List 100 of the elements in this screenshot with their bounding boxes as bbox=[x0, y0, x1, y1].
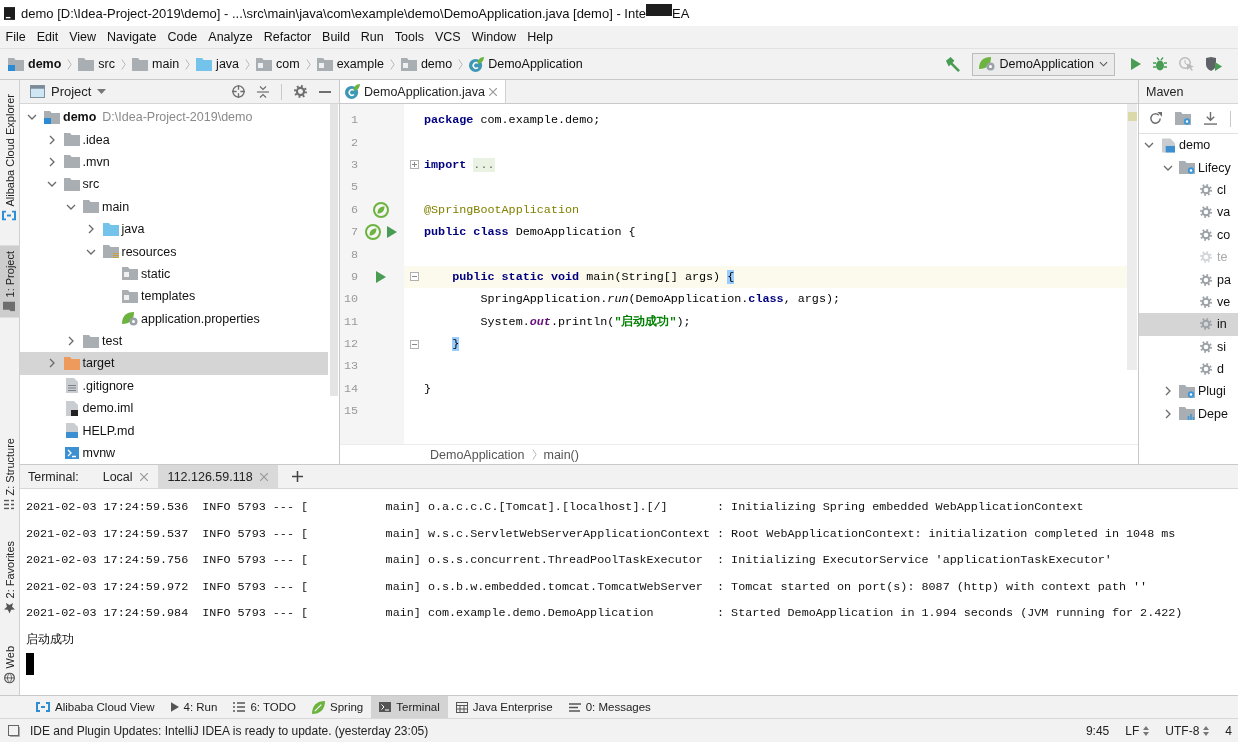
tool-window-button[interactable]: 2: Favorites bbox=[0, 535, 19, 620]
menu-item[interactable]: Edit bbox=[31, 28, 64, 46]
tool-window-button[interactable]: 1: Project bbox=[0, 244, 19, 317]
menu-item[interactable]: File bbox=[0, 28, 32, 46]
breadcrumb-item[interactable]: DemoApplication bbox=[430, 447, 525, 462]
tool-window-button[interactable]: Web bbox=[0, 639, 19, 689]
tree-item[interactable]: main bbox=[20, 195, 328, 218]
breadcrumb-item[interactable]: main bbox=[132, 57, 180, 71]
breadcrumb-item[interactable]: main() bbox=[543, 447, 579, 462]
chevron-down-icon[interactable] bbox=[46, 181, 57, 188]
plus-icon[interactable] bbox=[291, 471, 303, 482]
tree-item[interactable]: co bbox=[1139, 223, 1238, 246]
breadcrumb-item[interactable]: com bbox=[256, 57, 300, 71]
folder-gear-icon[interactable] bbox=[1175, 112, 1191, 125]
tree-item[interactable]: mvnw bbox=[20, 441, 328, 464]
line-separator-selector[interactable]: LF bbox=[1125, 723, 1150, 738]
close-icon[interactable] bbox=[139, 472, 148, 481]
chevron-right-icon[interactable] bbox=[1165, 386, 1171, 397]
tree-item[interactable]: demo bbox=[1139, 134, 1238, 157]
chevron-down-icon[interactable] bbox=[1163, 164, 1173, 171]
refresh-icon[interactable] bbox=[1149, 112, 1162, 125]
tree-item[interactable]: .idea bbox=[20, 128, 328, 151]
tool-window-button[interactable]: Alibaba Cloud Explorer bbox=[0, 88, 19, 227]
menu-item[interactable]: Window bbox=[466, 28, 522, 46]
tool-window-button[interactable]: 6: TODO bbox=[225, 696, 304, 718]
chevron-right-icon[interactable] bbox=[48, 358, 55, 369]
terminal-tab[interactable]: Local bbox=[92, 465, 158, 488]
menu-item[interactable]: Refactor bbox=[258, 28, 317, 46]
tree-item[interactable]: .mvn bbox=[20, 150, 328, 174]
breadcrumb-item[interactable]: demo bbox=[400, 57, 453, 71]
fold-minus-icon[interactable] bbox=[409, 339, 419, 349]
menu-item[interactable]: Help bbox=[521, 28, 559, 46]
tree-item[interactable]: in bbox=[1139, 313, 1238, 336]
tree-item[interactable]: pa bbox=[1139, 268, 1238, 291]
chevron-down-icon[interactable] bbox=[1144, 142, 1154, 149]
chevron-right-icon[interactable] bbox=[87, 224, 94, 235]
editor-tab[interactable]: DemoApplication.java bbox=[340, 80, 506, 103]
tree-item[interactable]: static bbox=[20, 262, 328, 286]
tool-window-button[interactable]: 4: Run bbox=[162, 696, 226, 718]
menu-item[interactable]: Analyze bbox=[202, 28, 259, 46]
fold-minus-icon[interactable] bbox=[409, 272, 419, 282]
play-icon[interactable] bbox=[387, 226, 397, 239]
chevron-right-icon[interactable] bbox=[1165, 408, 1171, 419]
tree-item[interactable]: si bbox=[1139, 335, 1238, 358]
tool-window-button[interactable]: 0: Messages bbox=[560, 696, 659, 718]
menu-item[interactable]: View bbox=[63, 28, 102, 46]
chevron-down-icon[interactable] bbox=[66, 203, 76, 210]
menu-item[interactable]: Navigate bbox=[101, 28, 162, 46]
collapse-icon[interactable] bbox=[257, 85, 269, 98]
menu-item[interactable]: Tools bbox=[389, 28, 430, 46]
chevron-down-icon[interactable] bbox=[27, 114, 37, 121]
indent-selector[interactable]: 4 bbox=[1225, 723, 1232, 738]
tree-item[interactable]: Lifecy bbox=[1139, 156, 1238, 179]
tool-window-button[interactable]: Z: Structure bbox=[0, 431, 19, 516]
scrollbar-thumb[interactable] bbox=[330, 104, 338, 396]
tree-item[interactable]: ve bbox=[1139, 290, 1238, 314]
chevron-down-icon[interactable] bbox=[85, 248, 96, 255]
tree-item[interactable]: Depe bbox=[1139, 402, 1238, 426]
tree-item[interactable]: va bbox=[1139, 201, 1238, 224]
tree-item[interactable]: .gitignore bbox=[20, 374, 328, 398]
chevron-right-icon[interactable] bbox=[48, 156, 55, 167]
tree-item[interactable]: HELP.md bbox=[20, 419, 328, 442]
tool-window-button[interactable]: Spring bbox=[304, 696, 372, 718]
square-icon[interactable] bbox=[8, 724, 20, 737]
tree-item[interactable]: cl bbox=[1139, 178, 1238, 202]
download-icon[interactable] bbox=[1204, 112, 1217, 125]
breadcrumb-item[interactable]: demo bbox=[8, 57, 62, 71]
menu-item[interactable]: Build bbox=[316, 28, 356, 46]
close-icon[interactable] bbox=[488, 87, 497, 96]
play-icon[interactable] bbox=[1131, 58, 1141, 70]
tree-item[interactable]: demo D:\Idea-Project-2019\demo bbox=[20, 106, 328, 129]
tree-item[interactable]: Plugi bbox=[1139, 380, 1238, 403]
minimize-icon[interactable] bbox=[319, 90, 331, 93]
tree-item[interactable]: java bbox=[20, 217, 328, 241]
bug-icon[interactable] bbox=[1153, 57, 1167, 71]
crosshair-icon[interactable] bbox=[232, 85, 245, 98]
hammer-icon[interactable] bbox=[944, 56, 960, 72]
tree-item[interactable]: templates bbox=[20, 285, 328, 308]
tree-item[interactable]: application.properties bbox=[20, 307, 328, 330]
chevron-right-icon[interactable] bbox=[68, 336, 74, 347]
tree-item[interactable]: resources bbox=[20, 240, 328, 263]
menu-item[interactable]: VCS bbox=[429, 28, 467, 46]
breadcrumb-item[interactable]: DemoApplication bbox=[469, 56, 583, 72]
run-config-dropdown[interactable]: DemoApplication bbox=[971, 52, 1115, 76]
menu-item[interactable]: Run bbox=[355, 28, 390, 46]
tool-window-button[interactable]: Terminal bbox=[371, 696, 448, 718]
scrollbar-thumb[interactable] bbox=[1127, 104, 1137, 370]
breadcrumb-item[interactable]: src bbox=[78, 57, 115, 71]
chevron-right-icon[interactable] bbox=[48, 134, 55, 145]
project-view-dropdown[interactable]: Project bbox=[30, 84, 107, 99]
tool-window-button[interactable]: Java Enterprise bbox=[447, 696, 561, 718]
tree-item[interactable]: src bbox=[20, 173, 328, 196]
tree-item[interactable]: target bbox=[20, 352, 328, 375]
tree-item[interactable]: demo.iml bbox=[20, 397, 328, 420]
caret-position[interactable]: 9:45 bbox=[1085, 723, 1110, 738]
breadcrumb-item[interactable]: java bbox=[196, 57, 240, 71]
terminal-tab[interactable]: 112.126.59.118 bbox=[157, 465, 278, 488]
breadcrumb-item[interactable]: example bbox=[316, 57, 384, 71]
tree-item[interactable]: test bbox=[20, 329, 328, 353]
tree-item[interactable]: d bbox=[1139, 357, 1238, 381]
